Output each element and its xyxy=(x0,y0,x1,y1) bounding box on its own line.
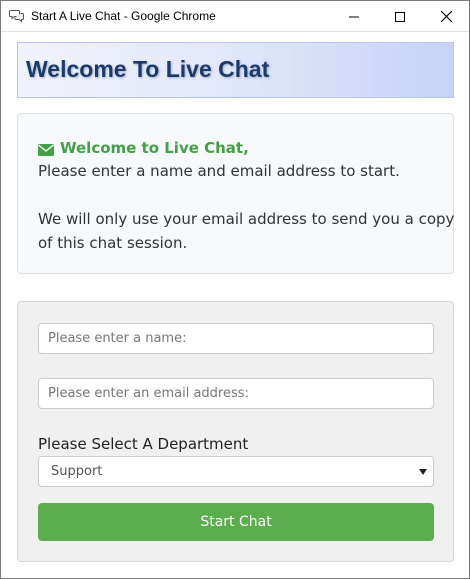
privacy-note-line-2: of this chat session. xyxy=(38,234,188,252)
welcome-message-card: Welcome to Live Chat, Please enter a nam… xyxy=(17,113,454,274)
envelope-icon xyxy=(38,142,54,156)
minimize-button[interactable] xyxy=(331,1,377,31)
maximize-button[interactable] xyxy=(377,1,423,31)
minimize-icon xyxy=(349,7,359,26)
start-chat-button[interactable]: Start Chat xyxy=(38,503,434,541)
department-select[interactable]: Support xyxy=(38,456,434,487)
welcome-banner: Welcome To Live Chat xyxy=(17,42,454,98)
privacy-note-line-1: We will only use your email address to s… xyxy=(38,210,455,228)
title-bar: Start A Live Chat - Google Chrome xyxy=(1,1,469,32)
caret-down-icon xyxy=(419,469,427,475)
close-button[interactable] xyxy=(423,1,469,31)
welcome-heading: Welcome to Live Chat, xyxy=(60,139,249,157)
email-input[interactable] xyxy=(38,378,434,409)
maximize-icon xyxy=(395,7,405,26)
chat-bubbles-icon xyxy=(9,8,25,24)
browser-window: Start A Live Chat - Google Chrome Welcom… xyxy=(0,0,470,579)
window-title: Start A Live Chat - Google Chrome xyxy=(31,9,216,23)
department-selected-value: Support xyxy=(51,464,103,479)
page-content: Welcome To Live Chat Welcome to Live Cha… xyxy=(1,32,469,578)
department-label: Please Select A Department xyxy=(38,435,249,453)
welcome-heading-row: Welcome to Live Chat, xyxy=(38,139,249,157)
banner-title: Welcome To Live Chat xyxy=(26,56,270,82)
name-input[interactable] xyxy=(38,323,434,354)
welcome-instruction: Please enter a name and email address to… xyxy=(38,162,400,180)
close-icon xyxy=(440,7,452,26)
chat-start-form: Please Select A Department Support Start… xyxy=(17,301,454,562)
